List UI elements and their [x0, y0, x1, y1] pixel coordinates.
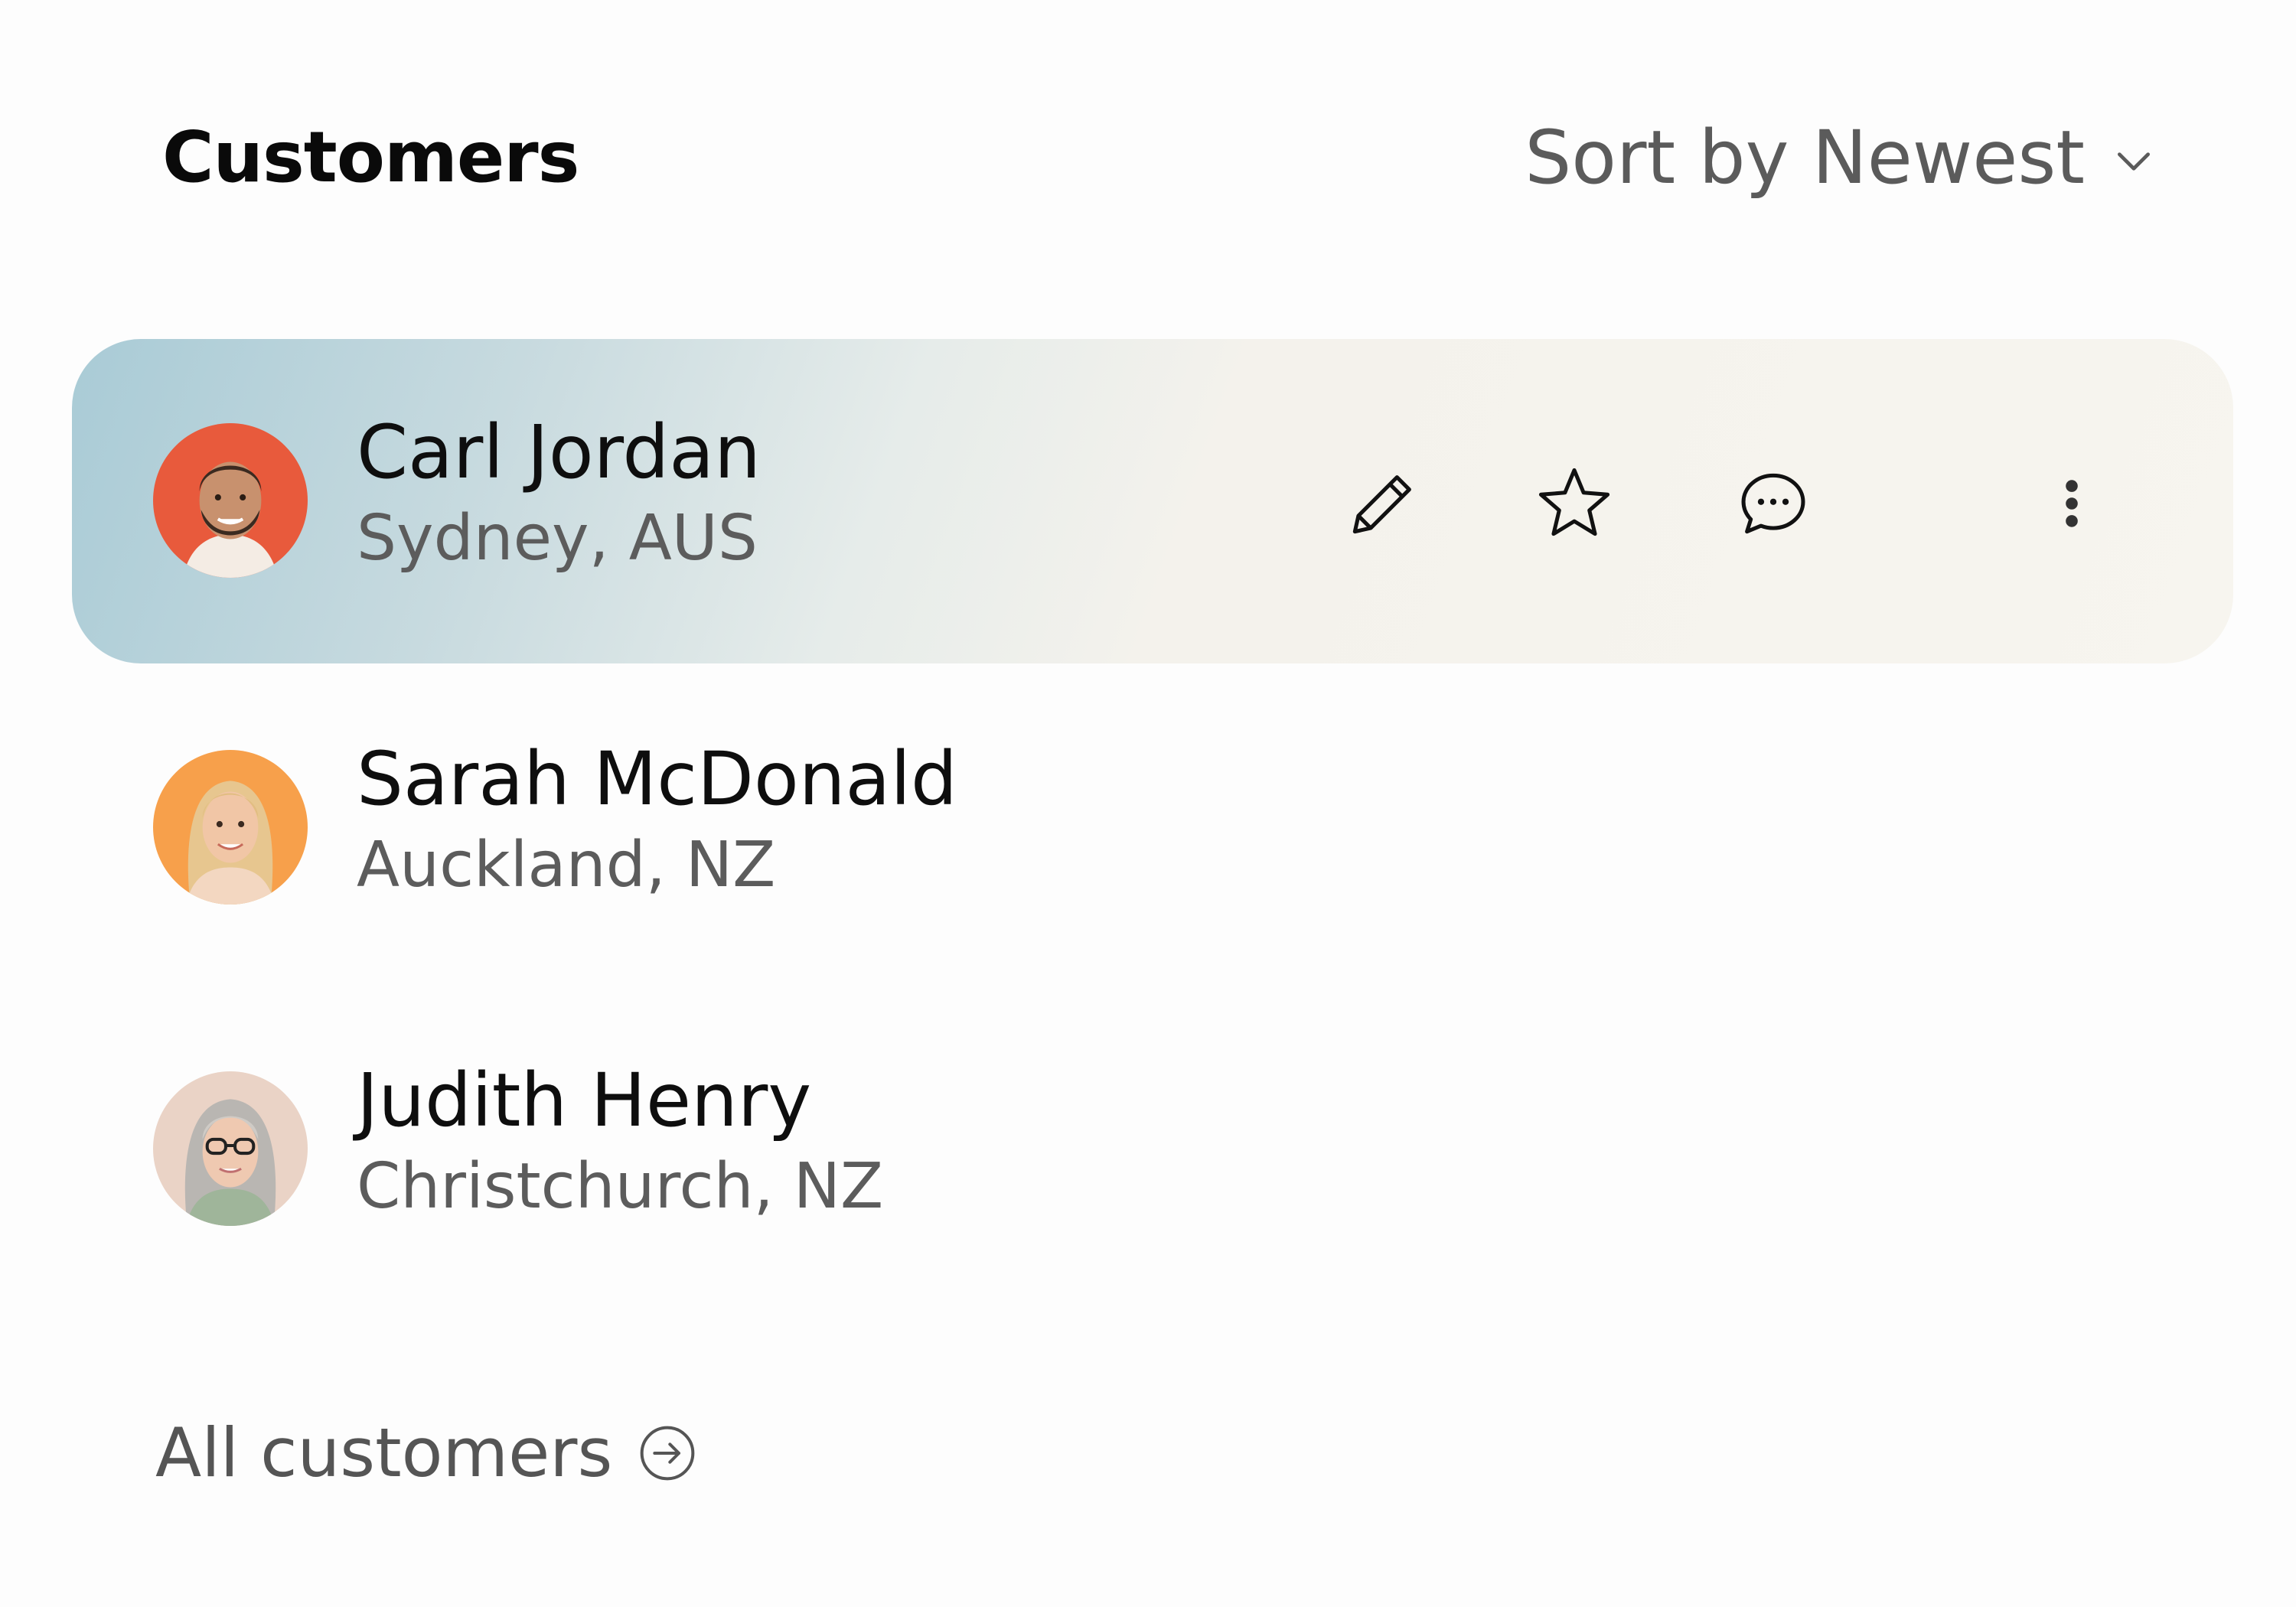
- more-options-button[interactable]: [2030, 461, 2114, 546]
- arrow-right-circle-icon: [640, 1426, 695, 1481]
- message-button[interactable]: [1731, 461, 1815, 546]
- customer-row[interactable]: Sarah McDonald Auckland, NZ: [72, 666, 2233, 990]
- sort-label: Sort by Newest: [1525, 115, 2085, 200]
- all-customers-link[interactable]: All customers: [155, 1420, 698, 1487]
- edit-button[interactable]: [1341, 461, 1425, 546]
- avatar: [153, 750, 308, 905]
- customer-location: Auckland, NZ: [357, 829, 776, 901]
- star-icon: [1538, 468, 1610, 536]
- customer-location: Sydney, AUS: [357, 502, 758, 575]
- chevron-down-icon: [2112, 121, 2155, 194]
- avatar: [153, 1071, 308, 1226]
- customer-name: Judith Henry: [357, 1058, 812, 1143]
- pencil-icon: [1352, 475, 1411, 534]
- chat-bubble-icon: [1741, 473, 1805, 534]
- more-vertical-icon: [2066, 480, 2078, 527]
- favorite-button[interactable]: [1532, 461, 1616, 546]
- customer-name: Carl Jordan: [357, 409, 761, 495]
- customer-name: Sarah McDonald: [357, 736, 957, 822]
- sort-dropdown[interactable]: Sort by Newest: [1525, 121, 2155, 194]
- all-customers-label: All customers: [155, 1413, 613, 1492]
- customer-row[interactable]: Judith Henry Christchurch, NZ: [72, 987, 2233, 1312]
- page-title: Customers: [162, 116, 579, 198]
- avatar: [153, 423, 308, 578]
- customer-location: Christchurch, NZ: [357, 1150, 884, 1223]
- customer-row[interactable]: Carl Jordan Sydney, AUS: [72, 339, 2233, 663]
